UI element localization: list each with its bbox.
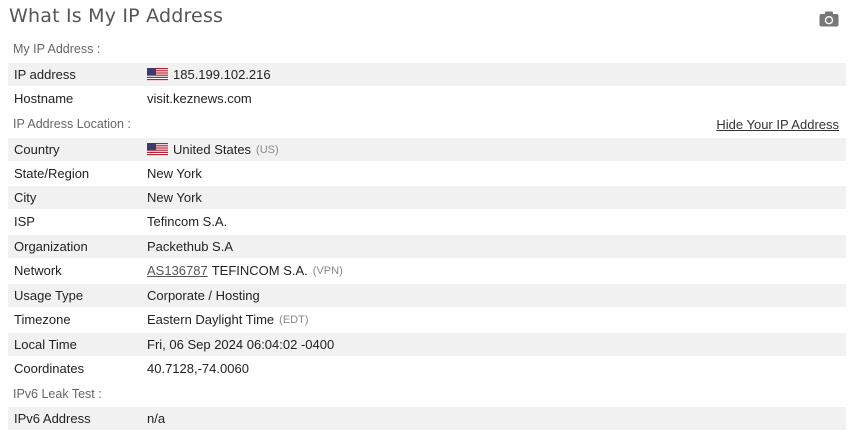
section-label: IPv6 Leak Test : [13, 387, 102, 401]
row-label: Usage Type [14, 288, 84, 303]
usage-value: Corporate / Hosting [147, 288, 260, 303]
network-name: TEFINCOM S.A. [211, 263, 308, 278]
row-label: ISP [14, 214, 35, 229]
row-label: IP address [14, 67, 76, 82]
row-hostname: Hostname visit.keznews.com [8, 87, 846, 110]
vpn-tag: (VPN) [312, 264, 343, 277]
row-city: City New York [8, 186, 846, 209]
row-isp: ISP Tefincom S.A. [8, 210, 846, 233]
hostname-value: visit.keznews.com [147, 91, 252, 106]
country-code: (US) [256, 143, 279, 156]
asn-link[interactable]: AS136787 [147, 263, 208, 278]
row-label: Hostname [14, 91, 74, 106]
ip-info-panel: What Is My IP Address My IP Address : IP… [0, 0, 855, 437]
city-value: New York [147, 190, 202, 205]
row-timezone: Timezone Eastern Daylight Time (EDT) [8, 308, 846, 331]
page-title: What Is My IP Address [9, 5, 224, 27]
coordinates-value: 40.7128,-74.0060 [147, 361, 249, 376]
us-flag-icon [147, 68, 168, 81]
timezone-abbr: (EDT) [279, 313, 309, 326]
row-country: Country United States (US) [8, 138, 846, 161]
row-label: Organization [14, 239, 88, 254]
section-label: IP Address Location : [13, 117, 131, 131]
row-label: City [14, 190, 37, 205]
state-value: New York [147, 166, 202, 181]
section-location: IP Address Location : Hide Your IP Addre… [0, 112, 855, 136]
row-usage-type: Usage Type Corporate / Hosting [8, 284, 846, 307]
row-value: 185.199.102.216 [147, 67, 271, 82]
row-local-time: Local Time Fri, 06 Sep 2024 06:04:02 -04… [8, 333, 846, 356]
row-label: IPv6 Address [14, 411, 91, 426]
local-time-value: Fri, 06 Sep 2024 06:04:02 -0400 [147, 337, 335, 352]
organization-value: Packethub S.A [147, 239, 233, 254]
row-value: United States (US) [147, 142, 279, 157]
row-label: Network [14, 263, 62, 278]
row-label: Local Time [14, 337, 77, 352]
row-ipv6-address: IPv6 Address n/a [8, 407, 846, 430]
row-label: Timezone [14, 312, 71, 327]
ipv6-value: n/a [147, 411, 166, 426]
timezone-value: Eastern Daylight Time [147, 312, 275, 327]
row-label: Coordinates [14, 361, 85, 376]
camera-icon[interactable] [819, 11, 839, 27]
row-label: Country [14, 142, 60, 157]
row-organization: Organization Packethub S.A [8, 235, 846, 258]
country-value: United States [173, 142, 252, 157]
section-ipv6: IPv6 Leak Test : [0, 382, 855, 406]
section-my-ip: My IP Address : [0, 37, 855, 61]
row-value: AS136787 TEFINCOM S.A. (VPN) [147, 263, 343, 278]
row-ip-address: IP address 185.199.102.216 [8, 63, 846, 86]
row-coordinates: Coordinates 40.7128,-74.0060 [8, 357, 846, 380]
section-label: My IP Address : [13, 42, 101, 56]
us-flag-icon [147, 143, 168, 156]
row-state: State/Region New York [8, 162, 846, 185]
row-network: Network AS136787 TEFINCOM S.A. (VPN) [8, 259, 846, 282]
ip-value: 185.199.102.216 [173, 67, 271, 82]
row-value: Eastern Daylight Time (EDT) [147, 312, 309, 327]
hide-ip-link[interactable]: Hide Your IP Address [716, 117, 839, 132]
isp-value: Tefincom S.A. [147, 214, 228, 229]
row-label: State/Region [14, 166, 90, 181]
